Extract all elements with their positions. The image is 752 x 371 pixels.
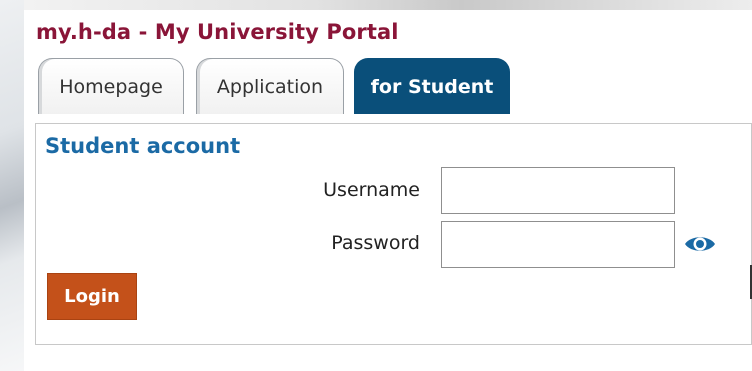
password-input[interactable]: [441, 221, 675, 268]
tab-for-student[interactable]: for Student: [354, 58, 510, 114]
portal-page: my.h-da - My University Portal Homepage …: [24, 10, 752, 371]
portal-title: my.h-da - My University Portal: [36, 20, 399, 44]
background-left: [0, 0, 24, 371]
username-label: Username: [323, 179, 420, 201]
eye-icon[interactable]: [683, 233, 717, 255]
password-label: Password: [331, 232, 420, 254]
tab-homepage[interactable]: Homepage: [38, 58, 184, 114]
background-top: [24, 0, 752, 10]
student-account-panel: Student account Username Password Login: [35, 123, 752, 345]
username-input[interactable]: [441, 167, 675, 214]
panel-title: Student account: [45, 134, 241, 158]
tab-application[interactable]: Application: [196, 58, 344, 114]
tab-bar: Homepage Application for Student: [38, 58, 518, 116]
login-button[interactable]: Login: [47, 273, 137, 320]
